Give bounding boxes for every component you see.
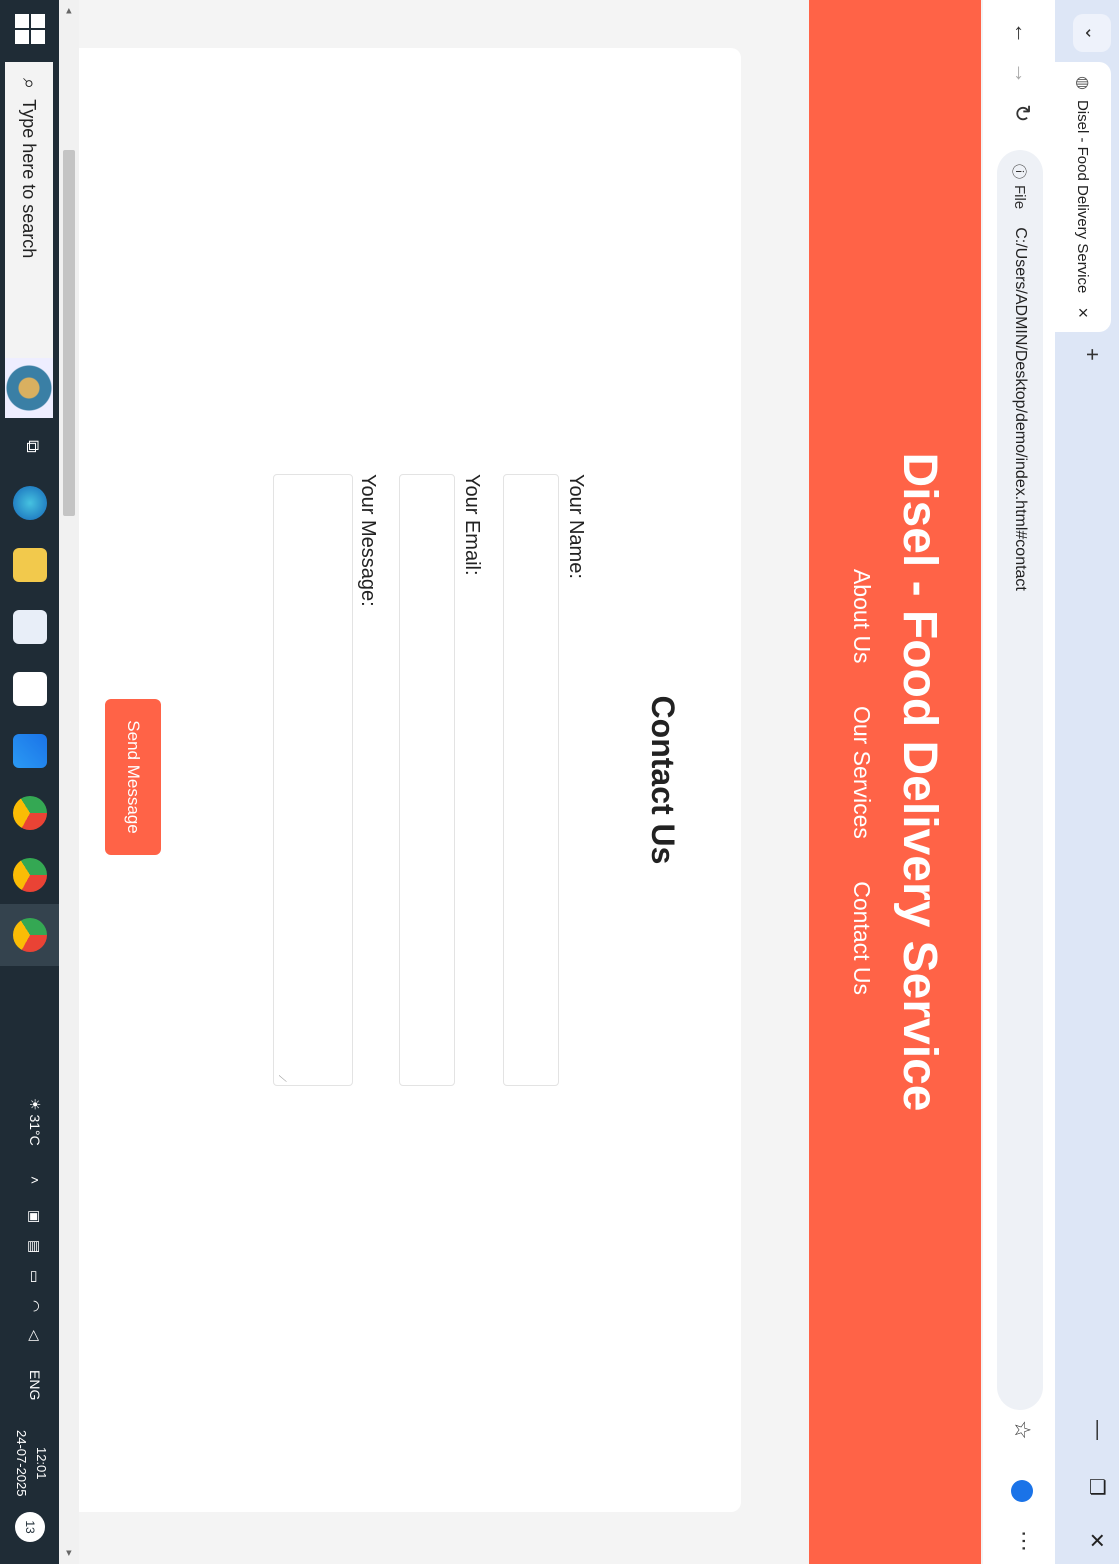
site-info-chip[interactable]: ⓘ File — [1010, 164, 1031, 209]
clock-time: 12:01 — [34, 1446, 49, 1480]
browser-toolbar: ← → ↻ ⓘ File C:/Users/ADMIN/Desktop/demo… — [982, 0, 1055, 1564]
forward-icon[interactable]: → — [1009, 62, 1035, 84]
task-view-icon[interactable]: ⧉ — [22, 440, 43, 453]
file-explorer-icon[interactable] — [13, 548, 47, 582]
site-info-label: File — [1011, 185, 1029, 210]
message-textarea[interactable]: ⟋ — [273, 474, 353, 1086]
windows-start-icon[interactable] — [15, 14, 45, 44]
scroll-right-icon[interactable]: ▸ — [63, 1550, 76, 1556]
info-icon: ⓘ — [1010, 164, 1028, 180]
address-bar[interactable]: ⓘ File C:/Users/ADMIN/Desktop/demo/index… — [997, 150, 1043, 1410]
battery-icon[interactable]: ▭ — [26, 1270, 43, 1283]
tray-overflow-icon[interactable]: ˄ — [27, 1176, 43, 1184]
language-indicator[interactable]: ENG — [27, 1370, 43, 1400]
chrome-icon[interactable] — [13, 918, 47, 952]
scroll-left-icon[interactable]: ◂ — [63, 8, 76, 14]
weather-temp: 31°C — [27, 1114, 43, 1146]
search-highlight-icon — [5, 358, 53, 418]
nav-about-us[interactable]: About Us — [849, 569, 875, 664]
horizontal-scrollbar[interactable]: ◂ ▸ — [59, 0, 79, 1564]
clock-date: 24-07-2025 — [14, 1430, 29, 1497]
email-input[interactable] — [399, 474, 455, 1086]
resize-grip-icon[interactable]: ⟋ — [276, 1075, 287, 1082]
screen: ⌄ ◍ Disel - Food Delivery Service × + — … — [0, 0, 1119, 1564]
name-input[interactable] — [503, 474, 559, 1086]
bookmark-star-icon[interactable]: ☆ — [1009, 1420, 1035, 1440]
restore-icon[interactable]: ❐ — [1084, 1478, 1109, 1496]
nav-our-services[interactable]: Our Services — [849, 706, 875, 839]
clock[interactable]: 12:01 24-07-2025 — [11, 1430, 51, 1497]
tab-strip: ⌄ ◍ Disel - Food Delivery Service × + — … — [1055, 0, 1119, 1564]
site-title: Disel - Food Delivery Service — [893, 452, 946, 1112]
edge-icon[interactable] — [13, 486, 47, 520]
tab-search-icon[interactable]: ⌄ — [1073, 14, 1111, 52]
message-label: Your Message: — [357, 474, 379, 607]
url-text: C:/Users/ADMIN/Desktop/demo/index.html#c… — [1012, 227, 1029, 591]
taskbar-search-placeholder: Type here to search — [19, 99, 40, 259]
reload-icon[interactable]: ↻ — [1009, 104, 1035, 122]
chrome-profile-1-icon[interactable] — [13, 796, 47, 830]
weather-widget[interactable]: ☀ 31°C — [26, 1098, 43, 1146]
contact-card: Contact Us Your Name: Your Email: Your M… — [61, 48, 741, 1512]
tab-title: Disel - Food Delivery Service — [1074, 99, 1092, 294]
close-tab-icon[interactable]: × — [1073, 307, 1094, 318]
new-tab-icon[interactable]: + — [1079, 348, 1105, 361]
site-nav: About Us Our Services Contact Us — [848, 0, 875, 1564]
volume-icon[interactable]: ◁ — [26, 1330, 43, 1341]
search-icon: ⌕ — [18, 78, 41, 90]
more-menu-icon[interactable]: ⋯ — [1011, 1530, 1037, 1552]
notification-center-icon[interactable]: 13 — [15, 1512, 45, 1542]
close-window-icon[interactable]: ✕ — [1084, 1532, 1109, 1549]
back-icon[interactable]: ← — [1009, 22, 1035, 44]
browser-tab[interactable]: ◍ Disel - Food Delivery Service × — [1055, 62, 1111, 332]
minimize-icon[interactable]: — — [1086, 1420, 1109, 1440]
send-message-button[interactable]: Send Message — [105, 699, 161, 855]
nav-contact-us[interactable]: Contact Us — [849, 881, 875, 995]
weather-icon: ☀ — [27, 1098, 43, 1111]
tray-app-icon[interactable]: ▣ — [26, 1210, 43, 1223]
page-viewport: Disel - Food Delivery Service About Us O… — [53, 0, 983, 1564]
windows-taskbar: ⌕ Type here to search ⧉ ☀ 31°C ˄ ▣ ▤ ▭ ◠… — [0, 0, 59, 1564]
taskbar-search[interactable]: ⌕ Type here to search — [5, 62, 53, 418]
contact-heading: Contact Us — [645, 695, 681, 865]
microsoft-store-icon[interactable] — [13, 610, 47, 644]
profile-icon[interactable] — [1011, 1480, 1033, 1502]
globe-icon: ◍ — [1074, 76, 1091, 90]
tray-app-2-icon[interactable]: ▤ — [26, 1240, 43, 1253]
scrollbar-thumb[interactable] — [63, 150, 75, 516]
name-label: Your Name: — [565, 474, 587, 579]
email-label: Your Email: — [461, 474, 483, 576]
site-header: Disel - Food Delivery Service About Us O… — [809, 0, 981, 1564]
chrome-profile-2-icon[interactable] — [13, 858, 47, 892]
dev-app-icon[interactable] — [13, 734, 47, 768]
mail-app-icon[interactable] — [13, 672, 47, 706]
network-icon[interactable]: ◠ — [26, 1300, 43, 1312]
